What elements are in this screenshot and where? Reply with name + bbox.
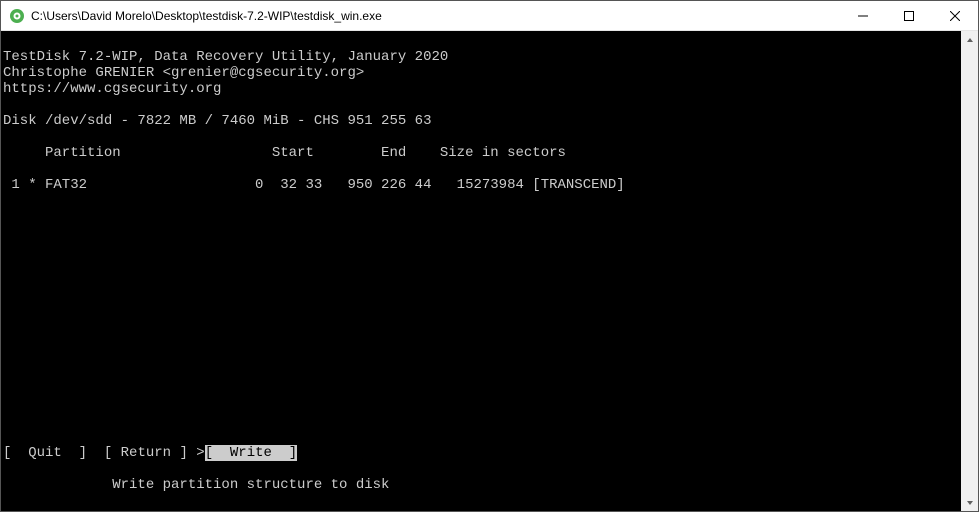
disk-info: Disk /dev/sdd - 7822 MB / 7460 MiB - CHS… <box>3 113 431 129</box>
app-header-line1: TestDisk 7.2-WIP, Data Recovery Utility,… <box>3 49 448 65</box>
menu-write[interactable]: Write <box>230 445 272 461</box>
scroll-up-arrow[interactable] <box>961 31 978 48</box>
menu-row: [ Quit ] [ Return ] >[ Write ] <box>3 445 389 461</box>
close-button[interactable] <box>932 1 978 31</box>
minimize-button[interactable] <box>840 1 886 31</box>
app-header-line2: Christophe GRENIER <grenier@cgsecurity.o… <box>3 65 364 81</box>
bottom-menu-area: [ Quit ] [ Return ] >[ Write ] Write par… <box>3 429 389 509</box>
client-area: TestDisk 7.2-WIP, Data Recovery Utility,… <box>1 31 978 511</box>
vertical-scrollbar[interactable] <box>961 31 978 511</box>
app-header-line3: https://www.cgsecurity.org <box>3 81 221 97</box>
window-title: C:\Users\David Morelo\Desktop\testdisk-7… <box>31 9 382 23</box>
menu-quit[interactable]: Quit <box>28 445 62 461</box>
partition-row: 1 * FAT32 0 32 33 950 226 44 15273984 [T… <box>3 177 625 193</box>
scroll-down-arrow[interactable] <box>961 494 978 511</box>
terminal[interactable]: TestDisk 7.2-WIP, Data Recovery Utility,… <box>1 31 961 511</box>
menu-help-line: Write partition structure to disk <box>3 477 389 493</box>
titlebar[interactable]: C:\Users\David Morelo\Desktop\testdisk-7… <box>1 1 978 31</box>
menu-return[interactable]: Return <box>121 445 171 461</box>
partition-table-header: Partition Start End Size in sectors <box>3 145 566 161</box>
window-frame: C:\Users\David Morelo\Desktop\testdisk-7… <box>0 0 979 512</box>
app-icon <box>9 8 25 24</box>
maximize-button[interactable] <box>886 1 932 31</box>
